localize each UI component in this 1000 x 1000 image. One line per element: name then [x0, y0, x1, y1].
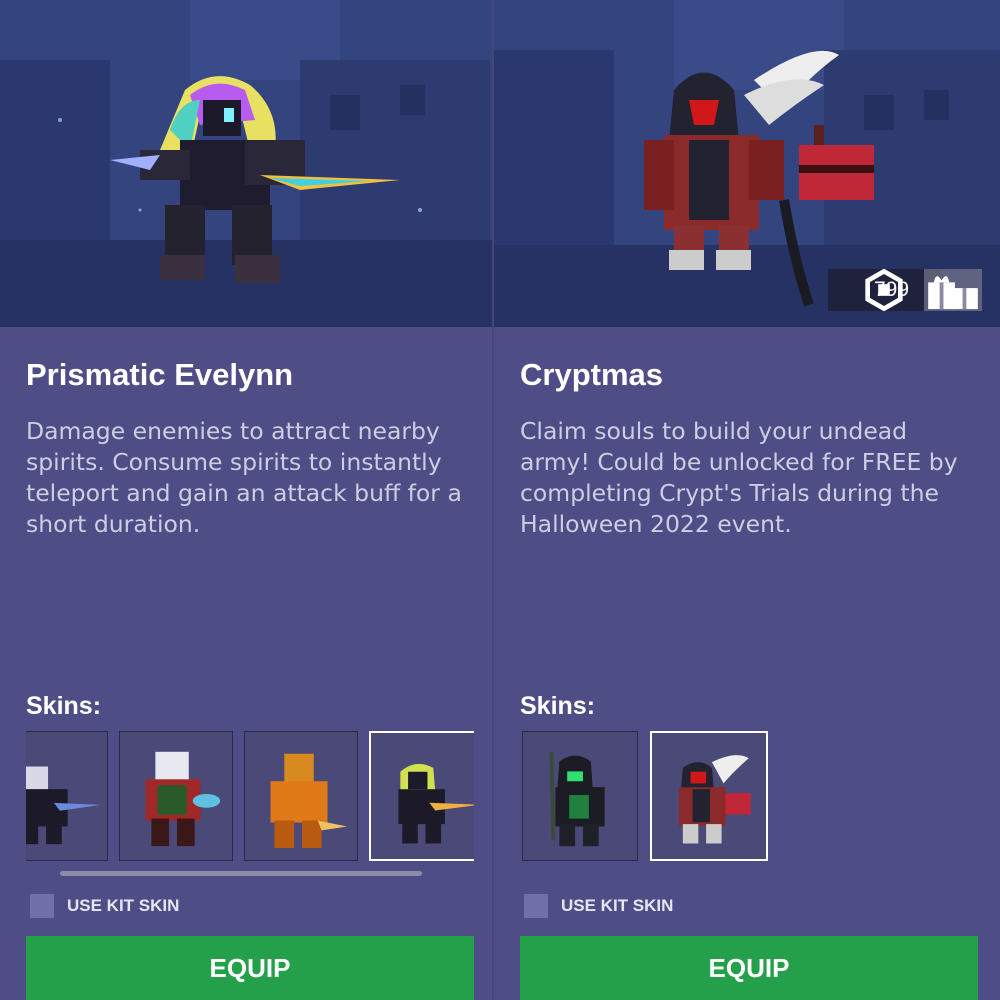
- skins-carousel[interactable]: [522, 731, 772, 861]
- prismatic-evelynn-skin-icon: [371, 733, 474, 859]
- gift-icon: [928, 276, 978, 310]
- kit-shop-page: Prismatic Evelynn Damage enemies to attr…: [0, 0, 1000, 1000]
- crypt-green-skin-icon: [523, 732, 637, 860]
- skins-carousel[interactable]: [26, 731, 474, 861]
- use-kit-skin-checkbox[interactable]: [30, 894, 54, 918]
- skin-tile-evelynn-dark[interactable]: [26, 731, 108, 861]
- evelynn-gold-skin-icon: [245, 732, 357, 860]
- use-kit-skin-toggle[interactable]: USE KIT SKIN: [524, 894, 673, 918]
- kit-preview-cryptmas: 799: [494, 0, 1000, 327]
- use-kit-skin-checkbox[interactable]: [524, 894, 548, 918]
- use-kit-skin-label: USE KIT SKIN: [561, 896, 674, 915]
- skin-tile-evelynn-gold[interactable]: [244, 731, 358, 861]
- equip-button[interactable]: EQUIP: [26, 936, 474, 1000]
- skins-label: Skins:: [26, 692, 102, 720]
- kit-card-cryptmas: 799 Cryptmas Claim souls to build your u…: [494, 0, 1000, 1000]
- kit-card-prismatic-evelynn: Prismatic Evelynn Damage enemies to attr…: [0, 0, 492, 1000]
- cryptmas-skin-icon: [653, 733, 765, 859]
- evelynn-festive-skin-icon: [120, 732, 232, 860]
- evelynn-dark-skin-icon: [26, 732, 107, 860]
- use-kit-skin-toggle[interactable]: USE KIT SKIN: [30, 894, 179, 918]
- skin-tile-prismatic-evelynn[interactable]: [369, 731, 474, 861]
- robux-icon: [850, 269, 903, 311]
- kit-title: Prismatic Evelynn: [26, 357, 294, 392]
- kit-preview-prismatic-evelynn: [0, 0, 492, 327]
- gift-button[interactable]: [924, 269, 982, 311]
- kit-title: Cryptmas: [520, 357, 663, 392]
- skins-label: Skins:: [520, 692, 596, 720]
- kit-description: Damage enemies to attract nearby spirits…: [26, 417, 462, 538]
- equip-button[interactable]: EQUIP: [520, 936, 978, 1000]
- kit-description: Claim souls to build your undead army! C…: [520, 417, 958, 538]
- skins-scrollbar[interactable]: [60, 871, 422, 876]
- skin-tile-cryptmas[interactable]: [650, 731, 768, 861]
- skin-tile-evelynn-festive[interactable]: [119, 731, 233, 861]
- skin-tile-crypt-green[interactable]: [522, 731, 638, 861]
- use-kit-skin-label: USE KIT SKIN: [67, 896, 180, 915]
